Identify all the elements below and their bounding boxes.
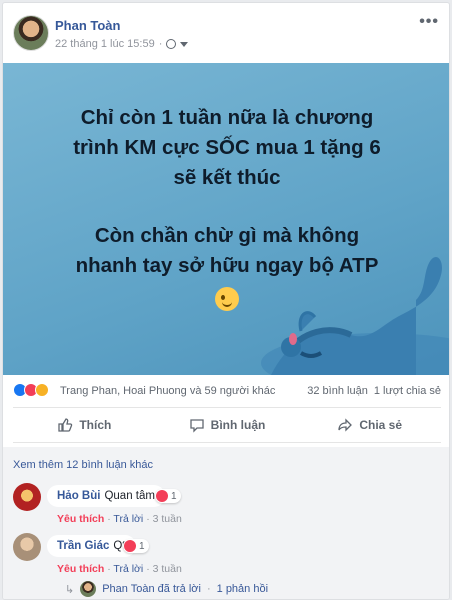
see-more-comments-link[interactable]: Xem thêm 12 bình luận khác	[13, 459, 153, 471]
thumbs-up-icon	[58, 418, 73, 432]
comment-reaction-badge[interactable]: 1	[155, 489, 181, 503]
banner-line-2: trình KM cực SỐC mua 1 tặng 6	[73, 136, 381, 159]
author-avatar[interactable]	[13, 15, 49, 51]
reply-count: 1 phản hồi	[216, 583, 269, 595]
comment-reply-button[interactable]: Trả lời	[113, 563, 143, 575]
comment-reaction-badge[interactable]: 1	[123, 539, 149, 553]
banner-line-5: nhanh tay sở hữu ngay bộ ATP	[75, 254, 379, 277]
globe-icon	[166, 39, 177, 49]
comment-reply-button[interactable]: Trả lời	[113, 513, 143, 525]
post-timestamp[interactable]: 22 tháng 1 lúc 15:59	[55, 38, 155, 50]
comment-love-button[interactable]: Yêu thích	[57, 513, 104, 525]
comment-label: Bình luận	[210, 418, 266, 432]
reply-summary[interactable]: ↳ Phan Toàn đã trả lời · 1 phản hồi	[65, 581, 268, 597]
comment-love-button[interactable]: Yêu thích	[57, 563, 104, 575]
comments-count[interactable]: 32 bình luận	[307, 385, 368, 397]
banner-spacer	[3, 193, 449, 221]
banner-line-3: sẽ kết thúc	[173, 166, 281, 189]
reply-arrow-icon: ↳	[65, 583, 75, 596]
reaction-summary: Trang Phan, Hoai Phuong và 59 người khác…	[3, 379, 449, 405]
like-button[interactable]: Thích	[13, 408, 156, 442]
comment-bubble: Hảo Bùi Quan tâm	[47, 485, 165, 507]
comment-actions: Yêu thích · Trả lời · 3 tuần	[57, 563, 182, 575]
comment-icon	[190, 419, 204, 433]
commenter-avatar[interactable]	[13, 483, 41, 511]
separator: ·	[107, 513, 111, 525]
separator: ·	[107, 563, 111, 575]
comment-reaction-count: 1	[139, 540, 145, 552]
shares-count[interactable]: 1 lượt chia sẻ	[374, 385, 441, 397]
comment-reaction-count: 1	[171, 490, 177, 502]
replier-avatar	[80, 581, 97, 597]
meta-separator: ·	[158, 38, 163, 50]
banner-line-1: Chỉ còn 1 tuần nữa là chương	[80, 106, 374, 129]
commenter-name[interactable]: Trần Giác	[57, 540, 109, 552]
reply-summary-text: Phan Toàn đã trả lời	[102, 583, 201, 595]
author-name[interactable]: Phan Toàn	[55, 18, 120, 33]
heart-icon	[156, 490, 168, 502]
banner-text: Chỉ còn 1 tuần nữa là chương trình KM cự…	[3, 103, 449, 320]
post-card: Phan Toàn 22 tháng 1 lúc 15:59 · ••• Chỉ…	[2, 2, 450, 600]
comments-section: Xem thêm 12 bình luận khác Hảo Bùi Quan …	[3, 447, 449, 599]
like-label: Thích	[79, 418, 112, 432]
banner-line-4: Còn chần chừ gì mà không	[94, 224, 360, 247]
comment-button[interactable]: Bình luận	[156, 408, 299, 442]
share-icon	[338, 418, 353, 432]
separator: ·	[146, 563, 150, 575]
wow-reaction-icon	[35, 383, 49, 397]
separator: ·	[206, 583, 211, 595]
more-options-icon[interactable]: •••	[419, 13, 439, 31]
share-button[interactable]: Chia sẻ	[298, 408, 441, 442]
separator: ·	[146, 513, 150, 525]
reaction-names[interactable]: Trang Phan, Hoai Phuong và 59 người khác	[60, 385, 275, 397]
reaction-icons[interactable]	[13, 383, 49, 397]
wink-emoji-icon	[215, 287, 239, 311]
post-meta: 22 tháng 1 lúc 15:59 ·	[55, 38, 189, 50]
post-header: Phan Toàn 22 tháng 1 lúc 15:59 · •••	[3, 3, 449, 63]
heart-icon	[124, 540, 136, 552]
privacy-dropdown-icon[interactable]	[180, 41, 189, 47]
commenter-avatar[interactable]	[13, 533, 41, 561]
comment-actions: Yêu thích · Trả lời · 3 tuần	[57, 513, 182, 525]
engagement-counts: 32 bình luận 1 lượt chia sẻ	[307, 385, 441, 397]
comment-time[interactable]: 3 tuần	[153, 513, 182, 525]
comment-text: Quan tâm	[104, 490, 155, 502]
post-banner: Chỉ còn 1 tuần nữa là chương trình KM cự…	[3, 63, 449, 375]
post-actions: Thích Bình luận Chia sẻ	[13, 407, 441, 443]
share-label: Chia sẻ	[359, 418, 403, 432]
commenter-name[interactable]: Hảo Bùi	[57, 490, 100, 502]
comment-time[interactable]: 3 tuần	[153, 563, 182, 575]
